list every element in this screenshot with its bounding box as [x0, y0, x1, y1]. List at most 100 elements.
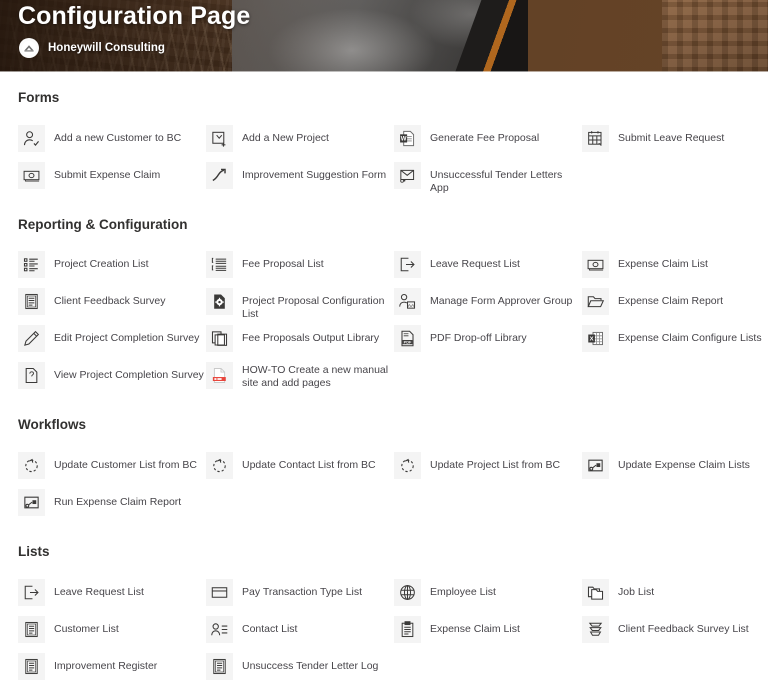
- tile-update-project-list-from-bc[interactable]: Update Project List from BC: [394, 452, 582, 489]
- tile-update-contact-list-from-bc[interactable]: Update Contact List from BC: [206, 452, 394, 489]
- sync-dashed-icon: [206, 452, 233, 479]
- tile-label: Client Feedback Survey List: [618, 623, 749, 635]
- card-icon: [206, 579, 233, 606]
- tile-add-a-new-project[interactable]: Add a New Project: [206, 125, 394, 162]
- tile-label: Submit Leave Request: [618, 132, 725, 144]
- tile-label: Leave Request List: [54, 586, 144, 598]
- tile-edit-project-completion-survey[interactable]: Edit Project Completion Survey: [18, 325, 206, 362]
- svg-text:PDF: PDF: [404, 339, 412, 344]
- tile-label: Manage Form Approver Group: [430, 295, 573, 307]
- tile-label: Client Feedback Survey: [54, 295, 166, 307]
- tile-label: Fee Proposal List: [242, 258, 324, 270]
- tile-label: Expense Claim List: [618, 258, 708, 270]
- tile-label: PDF Drop-off Library: [430, 332, 527, 344]
- exit-arrow-icon: [18, 579, 45, 606]
- survey-document-icon: [18, 288, 45, 315]
- tile-leave-request-list[interactable]: Leave Request List: [18, 579, 206, 616]
- mail-icon: [394, 162, 421, 189]
- section-title-workflows: Workflows: [18, 417, 87, 432]
- contact-card-icon: [206, 616, 233, 643]
- tile-pdf-drop-off-library[interactable]: PDF PDF Drop-off Library: [394, 325, 582, 362]
- tile-how-to-create-a-new-manual-site[interactable]: HOW-TO Create a new manual site and add …: [206, 362, 394, 399]
- tile-label: Pay Transaction Type List: [242, 586, 363, 598]
- banknote-icon: [18, 162, 45, 189]
- excel-spreadsheet-icon: X: [582, 325, 609, 352]
- tile-project-creation-list[interactable]: Project Creation List: [18, 251, 206, 288]
- tile-label: Expense Claim Report: [618, 295, 724, 307]
- page-banner: Configuration Page Honeywill Consulting: [0, 0, 768, 72]
- tile-improvement-suggestion-form[interactable]: Improvement Suggestion Form: [206, 162, 394, 199]
- tile-leave-request-list[interactable]: Leave Request List: [394, 251, 582, 288]
- banknote-icon: [582, 251, 609, 278]
- tile-client-feedback-survey[interactable]: Client Feedback Survey: [18, 288, 206, 325]
- forms-grid: Add a new Customer to BC Add a New Proje…: [0, 125, 768, 199]
- tile-improvement-register[interactable]: Improvement Register: [18, 653, 206, 690]
- folders-icon: [582, 579, 609, 606]
- tile-label: Job List: [618, 586, 655, 598]
- tile-employee-list[interactable]: Employee List: [394, 579, 582, 616]
- banner-divider: [0, 71, 768, 72]
- tile-unsuccessful-tender-letters-app[interactable]: Unsuccessful Tender Letters App: [394, 162, 582, 199]
- tile-fee-proposal-list[interactable]: Fee Proposal List: [206, 251, 394, 288]
- tile-label: Customer List: [54, 623, 119, 635]
- tile-label: Submit Expense Claim: [54, 169, 161, 181]
- tile-generate-fee-proposal[interactable]: W Generate Fee Proposal: [394, 125, 582, 162]
- section-reporting-configuration: Reporting & Configuration Project Creati…: [0, 199, 768, 399]
- tile-update-customer-list-from-bc[interactable]: Update Customer List from BC: [18, 452, 206, 489]
- sync-dashed-icon: [18, 452, 45, 479]
- tile-submit-expense-claim[interactable]: Submit Expense Claim: [18, 162, 206, 199]
- svg-text:X: X: [590, 337, 594, 343]
- tile-client-feedback-survey-list[interactable]: Client Feedback Survey List: [582, 616, 768, 653]
- calendar-icon: [582, 125, 609, 152]
- tile-expense-claim-configure-lists[interactable]: X Expense Claim Configure Lists: [582, 325, 768, 362]
- tile-label: Add a New Project: [242, 132, 329, 144]
- tile-unsuccess-tender-letter-log[interactable]: Unsuccess Tender Letter Log: [206, 653, 394, 690]
- tile-expense-claim-list[interactable]: Expense Claim List: [582, 251, 768, 288]
- tile-label: Leave Request List: [430, 258, 520, 270]
- pdf-file-red-icon: [206, 362, 233, 389]
- tile-expense-claim-list[interactable]: Expense Claim List: [394, 616, 582, 653]
- site-name: Honeywill Consulting: [48, 42, 165, 54]
- tile-label: Add a new Customer to BC: [54, 132, 182, 144]
- document-gear-icon: [206, 288, 233, 315]
- tile-label: Update Customer List from BC: [54, 459, 197, 471]
- tile-run-expense-claim-report[interactable]: Run Expense Claim Report: [18, 489, 206, 526]
- tile-expense-claim-report[interactable]: Expense Claim Report: [582, 288, 768, 325]
- lists-grid: Leave Request List Pay Transaction Type …: [0, 579, 768, 690]
- trend-up-icon: [206, 162, 233, 189]
- tile-update-expense-claim-lists[interactable]: Update Expense Claim Lists: [582, 452, 768, 489]
- tile-label: Fee Proposals Output Library: [242, 332, 380, 344]
- tile-job-list[interactable]: Job List: [582, 579, 768, 616]
- tile-view-project-completion-survey[interactable]: View Project Completion Survey: [18, 362, 206, 399]
- flow-action-icon: [582, 452, 609, 479]
- tile-label: Contact List: [242, 623, 298, 635]
- site-identity[interactable]: Honeywill Consulting: [19, 38, 165, 58]
- tile-project-proposal-configuration-list[interactable]: Project Proposal Configuration List: [206, 288, 394, 325]
- question-document-icon: [18, 362, 45, 389]
- svg-text:W: W: [401, 135, 407, 142]
- tile-submit-leave-request[interactable]: Submit Leave Request: [582, 125, 768, 162]
- tile-contact-list[interactable]: Contact List: [206, 616, 394, 653]
- tile-label: Project Creation List: [54, 258, 149, 270]
- tile-customer-list[interactable]: Customer List: [18, 616, 206, 653]
- tile-manage-form-approver-group[interactable]: AA Manage Form Approver Group: [394, 288, 582, 325]
- tile-add-new-customer-to-bc[interactable]: Add a new Customer to BC: [18, 125, 206, 162]
- tile-label: Run Expense Claim Report: [54, 496, 182, 508]
- globe-icon: [394, 579, 421, 606]
- tile-label: Generate Fee Proposal: [430, 132, 540, 144]
- tile-fee-proposals-output-library[interactable]: Fee Proposals Output Library: [206, 325, 394, 362]
- tile-pay-transaction-type-list[interactable]: Pay Transaction Type List: [206, 579, 394, 616]
- section-workflows: Workflows Update Customer List from BC U…: [0, 399, 768, 526]
- svg-text:AA: AA: [408, 303, 415, 309]
- ordered-list-icon: [206, 251, 233, 278]
- clipboard-icon: [394, 616, 421, 643]
- pencil-icon: [18, 325, 45, 352]
- section-title-reporting: Reporting & Configuration: [18, 217, 188, 232]
- tile-label: Project Proposal Configuration List: [242, 295, 385, 320]
- word-document-icon: W: [394, 125, 421, 152]
- section-title-forms: Forms: [18, 90, 60, 105]
- person-group-icon: AA: [394, 288, 421, 315]
- flow-action-icon: [18, 489, 45, 516]
- tile-label: Update Contact List from BC: [242, 459, 376, 471]
- tile-label: Update Expense Claim Lists: [618, 459, 750, 471]
